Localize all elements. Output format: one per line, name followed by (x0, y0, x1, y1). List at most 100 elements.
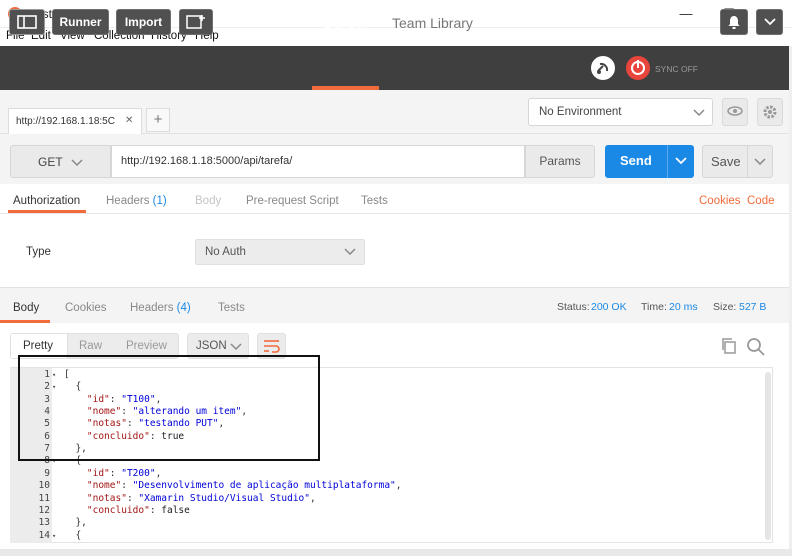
code-text: "concluido": false (64, 505, 190, 517)
environment-quick-look-button[interactable] (722, 98, 748, 126)
close-tab-icon[interactable]: ✕ (125, 115, 133, 126)
code-line: 10 "nome": "Desenvolvimento de aplicação… (10, 480, 750, 492)
response-tab-tests[interactable]: Tests (218, 302, 245, 314)
line-number: 9 (44, 467, 50, 479)
minimize-button[interactable]: — (671, 4, 701, 24)
cookies-link[interactable]: Cookies (699, 195, 741, 207)
runner-button[interactable]: Runner (52, 9, 109, 35)
tab-tests[interactable]: Tests (361, 195, 388, 207)
code-link[interactable]: Code (747, 195, 775, 207)
request-tab[interactable]: http://192.168.1.18:5C ✕ (8, 108, 142, 134)
tab-team-library[interactable]: Team Library (392, 15, 473, 31)
code-line: 12 "concluido": false (10, 505, 750, 517)
json-value: "T200" (121, 467, 156, 479)
tab-headers[interactable]: Headers (1) (106, 195, 167, 207)
chevron-down-icon (230, 343, 242, 351)
json-key: "id" (86, 467, 110, 479)
chevron-down-icon (344, 248, 356, 256)
size-value: 527 B (739, 301, 767, 313)
code-line: 11 "notas": "Xamarin Studio/Visual Studi… (10, 493, 750, 505)
json-value: "Desenvolvimento de aplicação multiplata… (132, 480, 396, 492)
code-text: "notas": "Xamarin Studio/Visual Studio", (64, 493, 316, 505)
fold-toggle-icon[interactable]: ▾ (52, 530, 56, 542)
tab-pre-request-script[interactable]: Pre-request Script (246, 195, 339, 207)
chevron-down-icon[interactable] (754, 158, 766, 166)
manage-environments-button[interactable] (757, 98, 783, 126)
code-line: 13 }, (10, 517, 750, 529)
settings-dropdown-button[interactable] (756, 9, 783, 35)
save-label: Save (711, 154, 741, 169)
url-value: http://192.168.1.18:5000/api/tarefa/ (121, 155, 293, 167)
line-number: 11 (38, 492, 50, 504)
code-punct: , (309, 492, 316, 504)
json-value: "Xamarin Studio/Visual Studio" (138, 492, 310, 504)
code-punct: , (395, 480, 402, 492)
import-button[interactable]: Import (116, 9, 171, 35)
time-label: Time: (641, 301, 667, 313)
size-label: Size: (713, 301, 737, 313)
copy-icon[interactable] (720, 337, 738, 355)
time-value: 20 ms (669, 301, 698, 313)
add-tab-button[interactable]: + (146, 108, 170, 132)
json-key: "concluido" (86, 504, 150, 516)
response-tab-cookies[interactable]: Cookies (65, 302, 107, 314)
raw-view-button[interactable]: Raw (79, 340, 102, 352)
tab-authorization[interactable]: Authorization (13, 195, 80, 207)
environment-select[interactable]: No Environment (528, 98, 713, 126)
send-button[interactable]: Send (605, 145, 694, 178)
line-number: 10 (38, 480, 50, 492)
auth-type-value: No Auth (205, 246, 246, 258)
line-number: 14 (38, 529, 50, 541)
satellite-icon[interactable] (591, 56, 615, 80)
sync-status-icon[interactable] (626, 56, 650, 80)
status-label: Status: (557, 301, 590, 313)
json-key: "nome" (86, 480, 122, 492)
chevron-down-icon (763, 18, 776, 26)
sidebar-layout-icon (17, 15, 37, 29)
wrap-lines-icon (264, 340, 280, 353)
bottom-status-bar (0, 549, 792, 556)
environment-value: No Environment (539, 106, 622, 118)
json-key: "notas" (86, 492, 127, 504)
response-tab-body[interactable]: Body (13, 302, 39, 314)
eye-icon (727, 106, 743, 116)
format-value: JSON (196, 340, 227, 352)
code-punct: }, (64, 517, 87, 529)
editor-scrollbar[interactable] (765, 372, 771, 540)
divider (0, 213, 790, 214)
sync-off-label: SYNC OFF (655, 64, 698, 74)
code-punct: , (155, 467, 162, 479)
save-button[interactable]: Save (702, 145, 773, 178)
preview-view-button[interactable]: Preview (126, 340, 167, 352)
auth-type-label: Type (26, 246, 51, 258)
annotation-box (18, 355, 320, 461)
status-value: 200 OK (591, 301, 627, 313)
code-line: 14 ▾ { (10, 530, 750, 542)
line-number: 13 (38, 517, 50, 529)
search-icon[interactable] (746, 337, 766, 357)
line-number: 12 (38, 504, 50, 516)
auth-type-select[interactable]: No Auth (195, 239, 365, 265)
code-line: 9 "id": "T200", (10, 468, 750, 480)
chevron-down-icon[interactable] (675, 157, 687, 165)
new-tab-button[interactable] (179, 9, 213, 35)
code-text: "nome": "Desenvolvimento de aplicação mu… (64, 480, 402, 492)
method-select[interactable]: GET (10, 145, 111, 178)
params-button[interactable]: Params (525, 145, 595, 178)
chevron-down-icon (71, 159, 83, 167)
tab-body[interactable]: Body (195, 195, 221, 207)
code-text: { (64, 530, 81, 542)
sidebar-toggle-button[interactable] (9, 9, 45, 35)
code-text: }, (64, 517, 87, 529)
url-input[interactable]: http://192.168.1.18:5000/api/tarefa/ (111, 145, 525, 178)
pretty-view-button[interactable]: Pretty (23, 340, 53, 352)
notifications-button[interactable] (720, 9, 748, 35)
send-label: Send (620, 153, 652, 168)
method-value: GET (38, 155, 63, 169)
response-tab-headers[interactable]: Headers (4) (130, 302, 191, 314)
tab-builder[interactable]: Builder (324, 15, 368, 31)
